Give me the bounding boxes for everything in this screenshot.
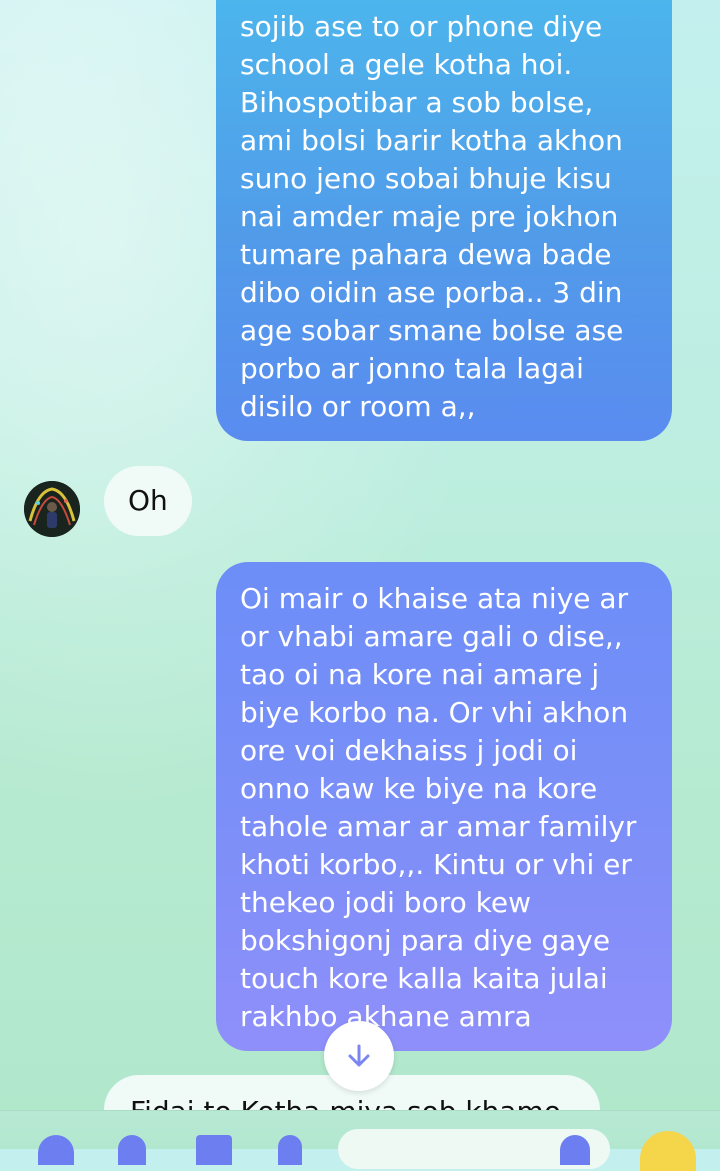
composer-action-icon[interactable] [278, 1135, 302, 1165]
message-composer [0, 1110, 720, 1171]
outgoing-message[interactable]: Oi mair o khaise ata niye ar or vhabi am… [216, 562, 672, 1051]
composer-action-icon[interactable] [118, 1135, 146, 1165]
composer-action-icon[interactable] [196, 1135, 232, 1165]
arrow-down-icon [348, 1044, 370, 1067]
emoji-icon[interactable] [640, 1131, 696, 1171]
composer-action-icon[interactable] [560, 1135, 590, 1165]
contact-avatar[interactable] [24, 481, 80, 537]
incoming-message[interactable]: Oh [104, 466, 192, 536]
outgoing-message[interactable]: sojib ase to or phone diye school a gele… [216, 0, 672, 441]
scroll-to-bottom-button[interactable] [324, 1021, 394, 1091]
composer-action-icon[interactable] [38, 1135, 74, 1165]
